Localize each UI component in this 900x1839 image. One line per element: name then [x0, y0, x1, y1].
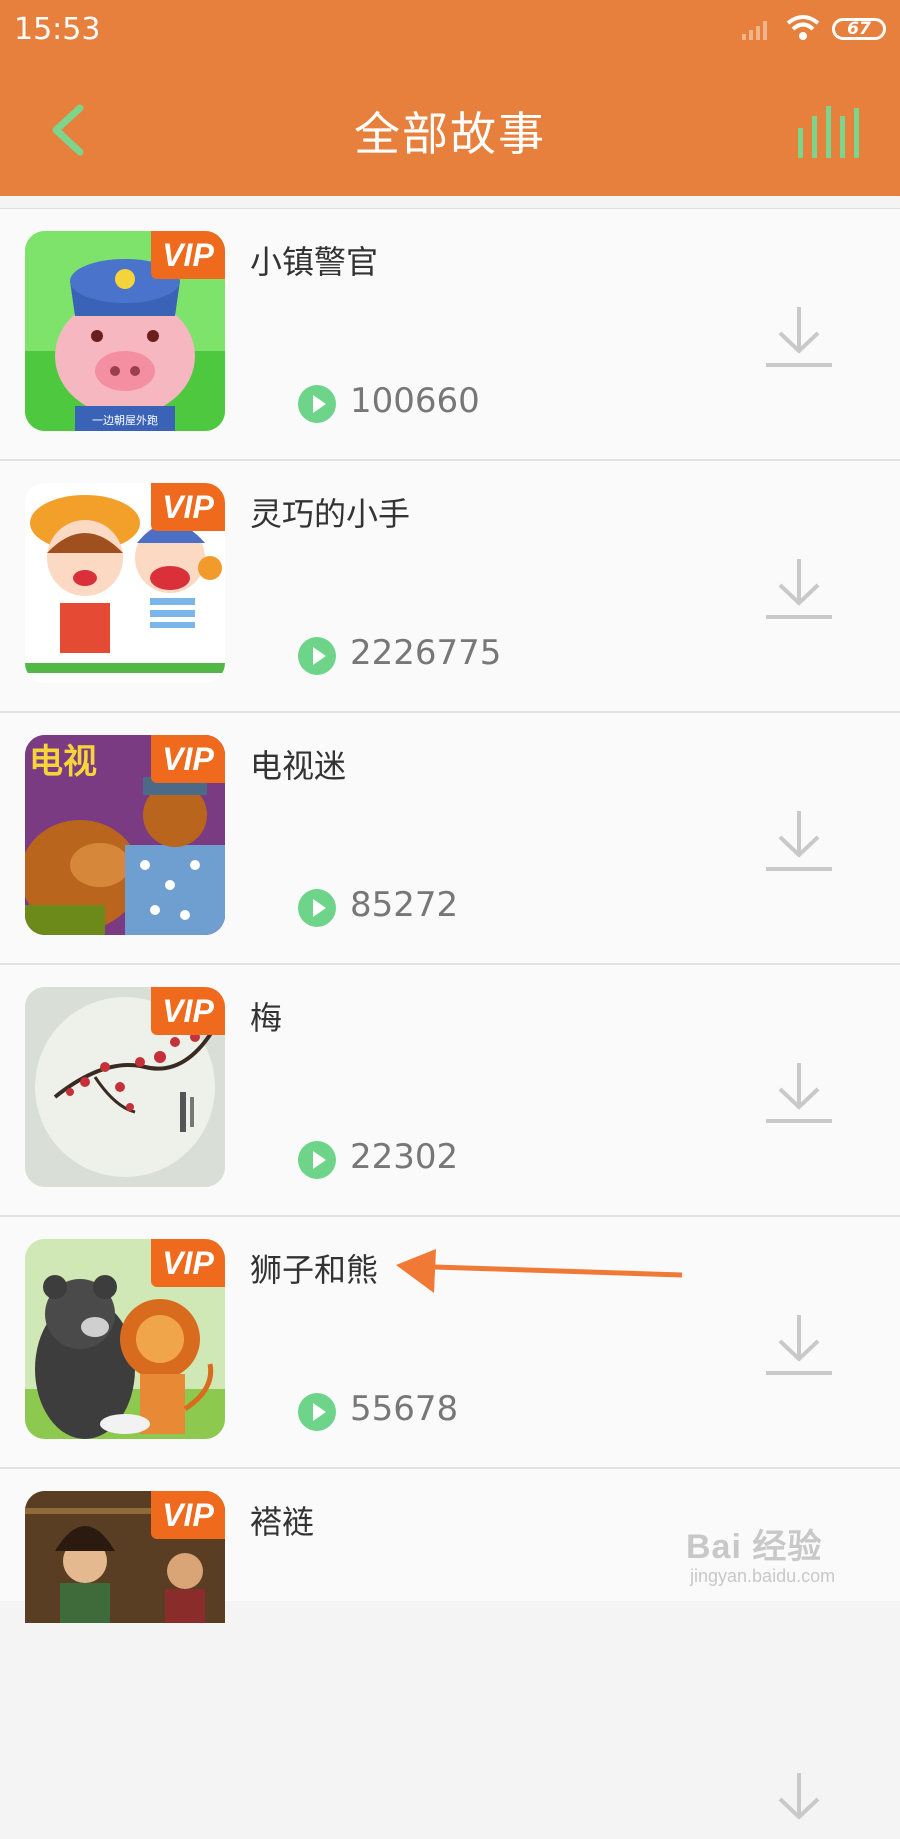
- status-bar: 15:53 67: [0, 0, 900, 62]
- download-icon[interactable]: [764, 1769, 834, 1839]
- download-icon[interactable]: [764, 555, 834, 625]
- story-thumbnail: VIP: [25, 987, 225, 1187]
- vip-badge: VIP: [151, 483, 225, 531]
- play-count-icon: [298, 637, 336, 675]
- story-title: 电视迷: [250, 747, 347, 785]
- header-bar: 15:53 67 全部故事: [0, 0, 900, 196]
- play-count: 85272: [350, 885, 459, 925]
- list-item[interactable]: 一边朝屋外跑 VIP 小镇警官 100660: [0, 209, 900, 461]
- story-thumbnail: 一边朝屋外跑 VIP: [25, 231, 225, 431]
- story-title: 褡裢: [250, 1503, 315, 1541]
- vip-badge: VIP: [151, 987, 225, 1035]
- story-thumbnail: 电视 VIP: [25, 735, 225, 935]
- story-title: 小镇警官: [250, 243, 379, 281]
- story-title: 狮子和熊: [250, 1251, 379, 1289]
- baidu-watermark: Bai 经验 jingyan.baidu.com: [686, 1519, 835, 1587]
- list-item[interactable]: VIP 褡裢: [0, 1469, 900, 1820]
- story-thumbnail: VIP: [25, 1239, 225, 1439]
- svg-text:一边朝屋外跑: 一边朝屋外跑: [92, 413, 158, 427]
- story-list: 一边朝屋外跑 VIP 小镇警官 100660 VIP 灵巧的小手 2226775…: [0, 208, 900, 1820]
- story-title: 灵巧的小手: [250, 495, 411, 533]
- vip-badge: VIP: [151, 1239, 225, 1287]
- watermark-main: Bai 经验: [686, 1528, 823, 1566]
- download-icon[interactable]: [764, 303, 834, 373]
- download-icon[interactable]: [764, 807, 834, 877]
- vip-badge: VIP: [151, 231, 225, 279]
- play-count-icon: [298, 385, 336, 423]
- status-time: 15:53: [14, 12, 101, 47]
- download-icon[interactable]: [764, 1311, 834, 1381]
- annotation-arrow: [396, 1249, 683, 1293]
- signal-icon: [742, 21, 767, 40]
- list-item[interactable]: VIP 灵巧的小手 2226775: [0, 461, 900, 713]
- story-title: 梅: [250, 999, 283, 1037]
- play-count-icon: [298, 1141, 336, 1179]
- list-item[interactable]: VIP 梅 22302: [0, 965, 900, 1217]
- story-thumbnail: VIP: [25, 1491, 225, 1623]
- watermark-sub: jingyan.baidu.com: [690, 1566, 836, 1586]
- download-icon[interactable]: [764, 1059, 834, 1129]
- battery-icon: 67: [832, 18, 886, 40]
- play-count: 100660: [350, 381, 480, 421]
- play-count: 2226775: [350, 633, 502, 673]
- list-item[interactable]: 电视 VIP 电视迷 85272: [0, 713, 900, 965]
- vip-badge: VIP: [151, 735, 225, 783]
- page-title: 全部故事: [354, 107, 546, 161]
- wifi-icon: [786, 15, 820, 40]
- svg-text:电视: 电视: [29, 742, 97, 782]
- story-thumbnail: VIP: [25, 483, 225, 683]
- play-count-icon: [298, 1393, 336, 1431]
- play-count: 55678: [350, 1389, 459, 1429]
- play-count: 22302: [350, 1137, 459, 1177]
- play-count-icon: [298, 889, 336, 927]
- back-icon[interactable]: [44, 100, 104, 160]
- audio-bars-icon[interactable]: [796, 100, 860, 160]
- vip-badge: VIP: [151, 1491, 225, 1539]
